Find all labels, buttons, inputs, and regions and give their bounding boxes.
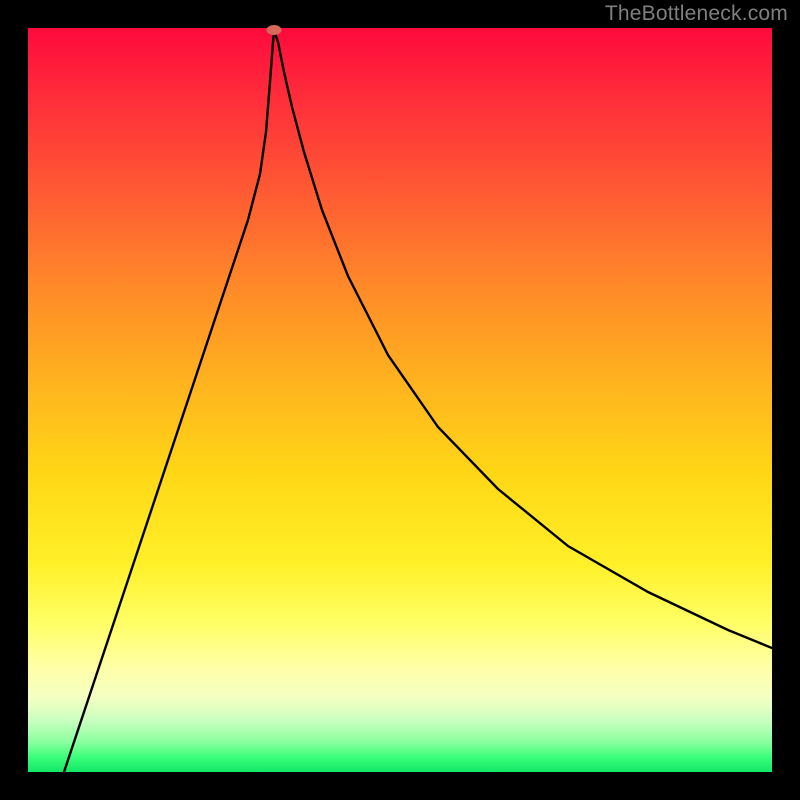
bottleneck-curve-path bbox=[64, 30, 772, 772]
chart-curve-layer bbox=[28, 28, 772, 772]
minimum-marker-dot bbox=[267, 25, 282, 35]
watermark-text: TheBottleneck.com bbox=[605, 2, 788, 26]
chart-plot-area bbox=[28, 28, 772, 772]
